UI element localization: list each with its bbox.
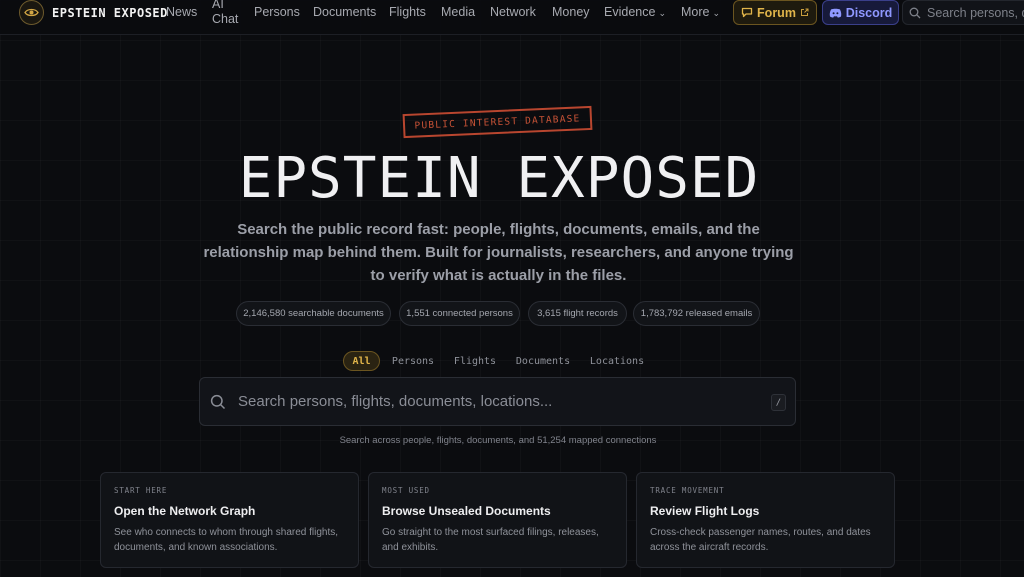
forum-button[interactable]: Forum bbox=[733, 0, 817, 25]
page-title: EPSTEIN EXPOSED bbox=[238, 146, 760, 211]
chevron-down-icon: ⌄ bbox=[712, 8, 721, 18]
public-interest-stamp: PUBLIC INTEREST DATABASE bbox=[402, 105, 593, 139]
stat-pill-flights: 3,615 flight records bbox=[528, 301, 627, 326]
eye-icon[interactable] bbox=[19, 0, 44, 25]
nav-news[interactable]: News bbox=[166, 5, 197, 19]
nav-media[interactable]: Media bbox=[441, 5, 475, 19]
discord-button[interactable]: Discord bbox=[822, 0, 899, 25]
tab-all[interactable]: All bbox=[343, 351, 380, 371]
header-search-input[interactable]: Search persons, do bbox=[902, 0, 1024, 25]
main-search-placeholder: Search persons, flights, documents, loca… bbox=[238, 393, 553, 410]
nav-persons[interactable]: Persons bbox=[254, 5, 300, 19]
main-search-input[interactable]: Search persons, flights, documents, loca… bbox=[199, 377, 796, 426]
card-unsealed-documents[interactable]: MOST USED Browse Unsealed Documents Go s… bbox=[368, 472, 627, 568]
search-icon bbox=[909, 7, 921, 18]
hero-subtitle: Search the public record fast: people, f… bbox=[203, 221, 794, 284]
card-description: Cross-check passenger names, routes, and… bbox=[650, 527, 871, 553]
discord-icon bbox=[829, 8, 841, 18]
card-flight-logs[interactable]: TRACE MOVEMENT Review Flight Logs Cross-… bbox=[636, 472, 895, 568]
header-search-placeholder: Search persons, do bbox=[927, 5, 1024, 20]
chevron-down-icon: ⌄ bbox=[658, 8, 666, 18]
nav-money[interactable]: Money bbox=[552, 5, 590, 19]
forum-label: Forum bbox=[757, 5, 796, 20]
nav-documents[interactable]: Documents bbox=[313, 5, 376, 19]
tab-flights[interactable]: Flights bbox=[450, 351, 500, 371]
stat-pill-documents: 2,146,580 searchable documents bbox=[236, 301, 391, 326]
nav-flights[interactable]: Flights bbox=[389, 5, 426, 19]
card-network-graph[interactable]: START HERE Open the Network Graph See wh… bbox=[100, 472, 359, 568]
nav-network[interactable]: Network bbox=[490, 5, 536, 19]
external-link-icon bbox=[800, 8, 809, 16]
search-icon bbox=[210, 394, 226, 410]
tab-persons[interactable]: Persons bbox=[388, 351, 438, 371]
card-description: Go straight to the most surfaced filings… bbox=[382, 527, 599, 553]
chat-icon bbox=[741, 7, 753, 18]
card-kicker: MOST USED bbox=[382, 486, 430, 495]
stat-pill-persons: 1,551 connected persons bbox=[399, 301, 520, 326]
tab-documents[interactable]: Documents bbox=[512, 351, 574, 371]
nav-evidence-label: Evidence bbox=[604, 5, 656, 19]
card-title: Review Flight Logs bbox=[650, 504, 760, 518]
nav-evidence[interactable]: Evidence ⌄ bbox=[604, 5, 666, 19]
tab-locations[interactable]: Locations bbox=[586, 351, 648, 371]
nav-more-label: More bbox=[681, 5, 710, 19]
keyboard-shortcut-hint: / bbox=[771, 394, 786, 411]
stat-pill-emails: 1,783,792 released emails bbox=[633, 301, 760, 326]
card-kicker: START HERE bbox=[114, 486, 168, 495]
card-description: See who connects to whom through shared … bbox=[114, 527, 339, 553]
top-navigation-bar: EPSTEIN EXPOSED News AI Chat Persons Doc… bbox=[0, 0, 1024, 35]
discord-label: Discord bbox=[845, 5, 893, 20]
card-title: Open the Network Graph bbox=[114, 504, 256, 518]
search-helper-text: Search across people, flights, documents… bbox=[339, 435, 657, 446]
nav-more[interactable]: More ⌄ bbox=[681, 5, 720, 19]
brand-name[interactable]: EPSTEIN EXPOSED bbox=[52, 6, 168, 20]
card-title: Browse Unsealed Documents bbox=[382, 504, 551, 518]
nav-ai-chat-line2: Chat bbox=[212, 12, 239, 26]
nav-ai-chat-line1: AI bbox=[212, 0, 224, 11]
card-kicker: TRACE MOVEMENT bbox=[650, 486, 725, 495]
nav-ai-chat[interactable]: AI Chat bbox=[212, 0, 238, 27]
